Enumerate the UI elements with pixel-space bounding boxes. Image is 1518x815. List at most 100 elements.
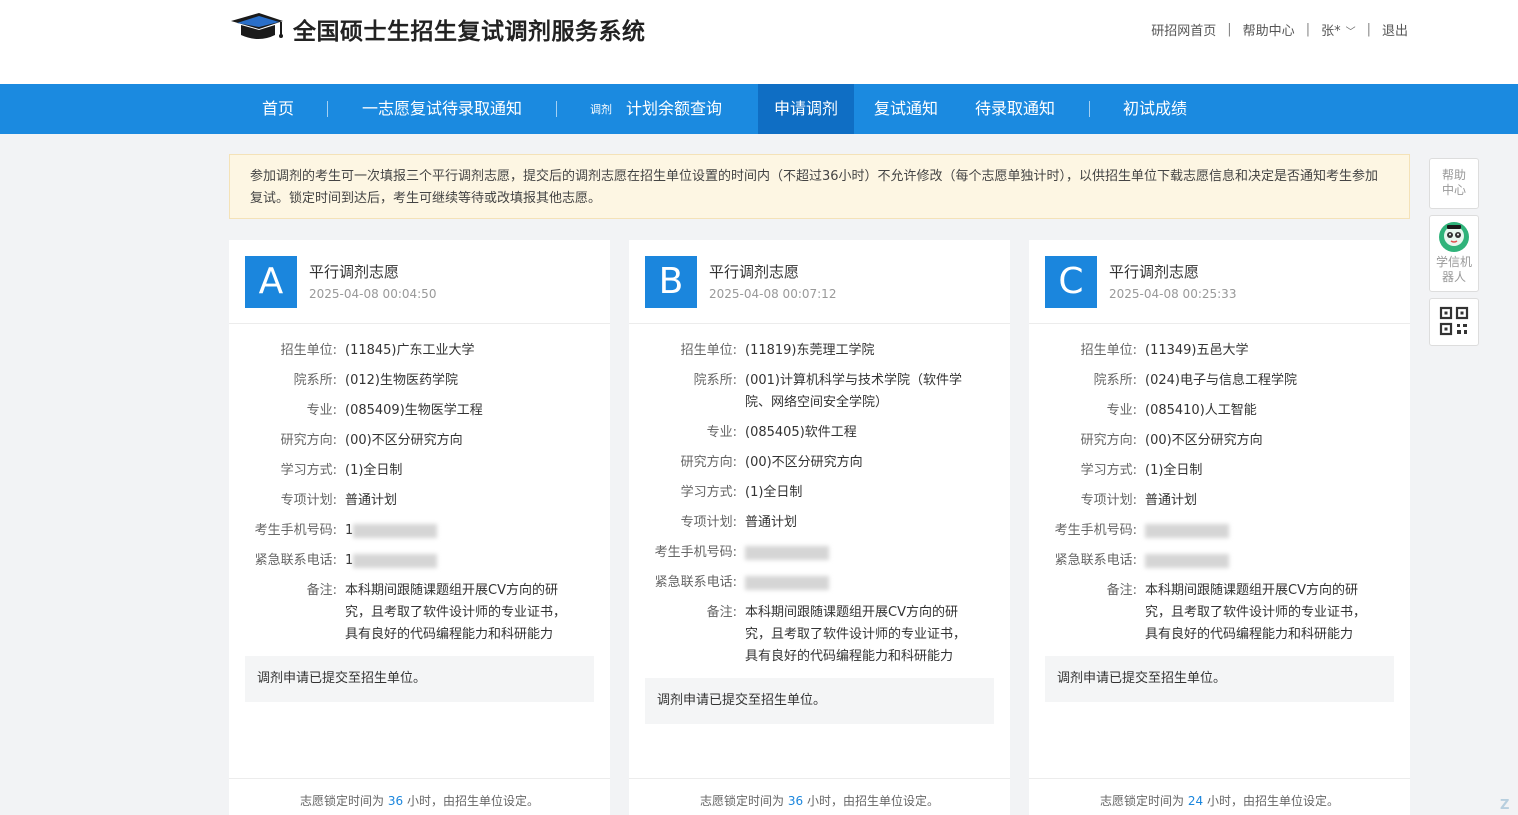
choice-badge: C	[1045, 256, 1097, 308]
field-label: 紧急联系电话:	[654, 575, 737, 590]
card-title: 平行调剂志愿	[309, 263, 400, 281]
nav-home[interactable]: 首页	[262, 84, 294, 134]
field-value: (024)电子与信息工程学院	[1145, 373, 1297, 388]
field-label: 学习方式:	[1080, 463, 1137, 478]
foot-suffix: 小时，由招生单位设定。	[806, 794, 939, 808]
field-value: (001)计算机科学与技术学院（软件学院、网络空间安全学院）	[745, 373, 962, 410]
nav-first-choice[interactable]: 一志愿复试待录取通知	[362, 84, 522, 134]
field-label: 专项计划:	[280, 493, 337, 508]
nav-admit[interactable]: 待录取通知	[975, 84, 1055, 134]
field-value	[1145, 550, 1394, 572]
card-header: C 平行调剂志愿 2025-04-08 00:25:33	[1029, 240, 1410, 324]
choice-card-b: B 平行调剂志愿 2025-04-08 00:07:12 招生单位: (11819…	[629, 240, 1010, 815]
link-home[interactable]: 研招网首页	[1151, 20, 1216, 39]
field-label: 专业:	[706, 425, 737, 440]
redacted-blur	[353, 523, 438, 538]
field-plan: 专项计划: 普通计划	[245, 490, 594, 512]
nav-retest[interactable]: 复试通知	[874, 84, 938, 134]
field-label: 紧急联系电话:	[1054, 553, 1137, 568]
field-plan: 专项计划: 普通计划	[645, 512, 994, 534]
main-nav: 首页 一志愿复试待录取通知 调剂 计划余额查询 申请调剂 复试通知 待录取通知 初…	[0, 84, 1518, 134]
card-header: A 平行调剂志愿 2025-04-08 00:04:50	[229, 240, 610, 324]
card-body: 招生单位: (11845)广东工业大学 院系所: (012)生物医药学院 专业: (0…	[229, 324, 610, 702]
field-mode: 学习方式: (1)全日制	[245, 460, 594, 482]
foot-prefix: 志愿锁定时间为	[300, 794, 385, 808]
field-label: 招生单位:	[280, 343, 337, 358]
status-message: 调剂申请已提交至招生单位。	[1045, 656, 1394, 702]
field-emergency: 紧急联系电话:	[645, 572, 994, 594]
nav-adjust-prefix: 调剂	[590, 102, 612, 116]
foot-suffix: 小时，由招生单位设定。	[1206, 794, 1339, 808]
field-value: (00)不区分研究方向	[1145, 433, 1263, 448]
card-body: 招生单位: (11819)东莞理工学院 院系所: (001)计算机科学与技术学院（软…	[629, 324, 1010, 724]
status-message: 调剂申请已提交至招生单位。	[245, 656, 594, 702]
field-label: 研究方向:	[680, 455, 737, 470]
side-help-button[interactable]: 帮助中心	[1429, 158, 1479, 209]
link-logout[interactable]: 退出	[1382, 20, 1408, 39]
field-label: 招生单位:	[1080, 343, 1137, 358]
field-value	[1145, 520, 1394, 542]
nav-quota[interactable]: 调剂 计划余额查询	[590, 84, 722, 134]
field-label: 备注:	[306, 583, 337, 598]
field-value: (085409)生物医学工程	[345, 403, 483, 418]
field-direction: 研究方向: (00)不区分研究方向	[245, 430, 594, 452]
nav-divider	[327, 101, 328, 117]
field-label: 院系所:	[1093, 373, 1137, 388]
field-value: (11845)广东工业大学	[345, 343, 475, 358]
field-major: 专业: (085409)生物医学工程	[245, 400, 594, 422]
field-label: 专项计划:	[1080, 493, 1137, 508]
divider: |	[1305, 22, 1311, 37]
divider: |	[1227, 22, 1232, 37]
nav-scores[interactable]: 初试成绩	[1123, 84, 1187, 134]
field-value: (11819)东莞理工学院	[745, 343, 875, 358]
user-menu[interactable]: 张* ﹀	[1321, 20, 1356, 39]
divider: |	[1366, 22, 1371, 37]
field-value: (085410)人工智能	[1145, 403, 1257, 418]
phone-visible: 1	[345, 523, 354, 538]
robot-icon	[1436, 221, 1472, 255]
lock-time-note: 志愿锁定时间为 24 小时，由招生单位设定。	[1029, 778, 1410, 815]
site-title: 全国硕士生招生复试调剂服务系统	[293, 19, 646, 45]
field-label: 备注:	[706, 605, 737, 620]
field-label: 院系所:	[693, 373, 737, 388]
field-value: 普通计划	[745, 515, 798, 530]
field-remark: 备注: 本科期间跟随课题组开展CV方向的研究，且考取了软件设计师的专业证书，具有良…	[645, 602, 994, 668]
status-message: 调剂申请已提交至招生单位。	[645, 678, 994, 724]
card-time: 2025-04-08 00:07:12	[709, 287, 837, 301]
choice-badge: B	[645, 256, 697, 308]
field-label: 研究方向:	[280, 433, 337, 448]
card-header: B 平行调剂志愿 2025-04-08 00:07:12	[629, 240, 1010, 324]
side-qr-button[interactable]	[1429, 298, 1479, 346]
field-label: 专项计划:	[680, 515, 737, 530]
side-robot-label: 学信机器人	[1436, 255, 1473, 284]
choice-card-a: A 平行调剂志愿 2025-04-08 00:04:50 招生单位: (11845…	[229, 240, 610, 815]
field-mode: 学习方式: (1)全日制	[1045, 460, 1394, 482]
card-body: 招生单位: (11349)五邑大学 院系所: (024)电子与信息工程学院 专业: (…	[1029, 324, 1410, 702]
field-emergency: 紧急联系电话:	[1045, 550, 1394, 572]
field-major: 专业: (085405)软件工程	[645, 422, 994, 444]
field-plan: 专项计划: 普通计划	[1045, 490, 1394, 512]
field-value: (00)不区分研究方向	[345, 433, 463, 448]
field-label: 学习方式:	[680, 485, 737, 500]
field-label: 考生手机号码:	[1054, 523, 1137, 538]
link-help-center[interactable]: 帮助中心	[1243, 20, 1295, 39]
field-label: 院系所:	[293, 373, 337, 388]
lock-hours: 36	[787, 794, 804, 808]
redacted-blur	[745, 575, 829, 590]
lock-time-note: 志愿锁定时间为 36 小时，由招生单位设定。	[229, 778, 610, 815]
foot-prefix: 志愿锁定时间为	[1100, 794, 1185, 808]
lock-time-note: 志愿锁定时间为 36 小时，由招生单位设定。	[629, 778, 1010, 815]
card-time: 2025-04-08 00:04:50	[309, 287, 437, 301]
field-value: 本科期间跟随课题组开展CV方向的研究，且考取了软件设计师的专业证书，具有良好的代…	[745, 605, 967, 664]
field-mode: 学习方式: (1)全日制	[645, 482, 994, 504]
field-label: 研究方向:	[1080, 433, 1137, 448]
nav-divider	[556, 101, 557, 117]
site-logo[interactable]: 全国硕士生招生复试调剂服务系统	[229, 12, 646, 46]
field-label: 学习方式:	[280, 463, 337, 478]
side-robot-button[interactable]: 学信机器人	[1429, 215, 1479, 292]
nav-apply[interactable]: 申请调剂	[758, 84, 854, 134]
field-dept: 院系所: (024)电子与信息工程学院	[1045, 370, 1394, 392]
field-label: 备注:	[1106, 583, 1137, 598]
field-unit: 招生单位: (11845)广东工业大学	[245, 340, 594, 362]
card-title: 平行调剂志愿	[709, 263, 800, 281]
